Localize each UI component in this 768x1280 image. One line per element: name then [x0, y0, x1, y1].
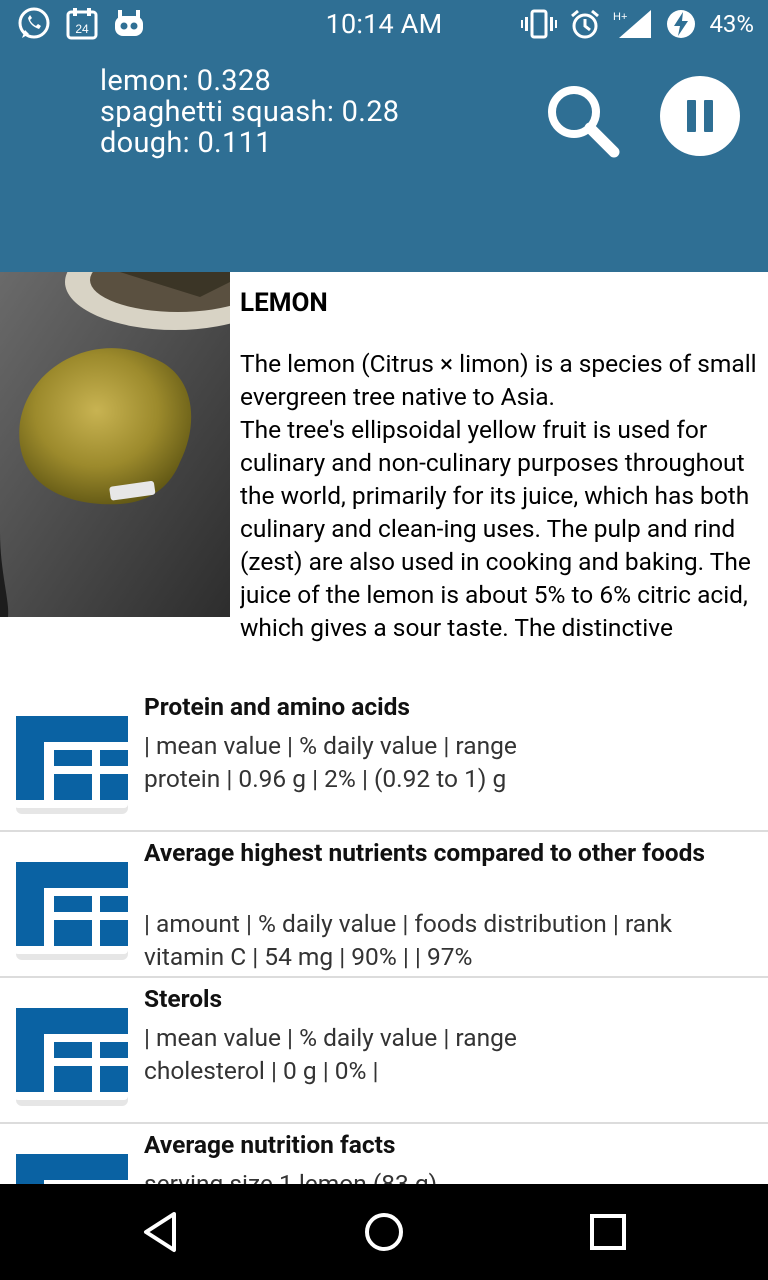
pause-button[interactable]	[660, 76, 740, 156]
section-header-line: | amount | % daily value | foods distrib…	[144, 909, 673, 938]
table-icon	[14, 850, 128, 960]
food-title: LEMON	[240, 288, 328, 318]
battery-percent: 43%	[709, 10, 754, 38]
vibrate-icon	[521, 9, 558, 39]
battery-charging-icon	[667, 10, 696, 38]
prediction-item: lemon: 0.328	[100, 64, 272, 98]
prediction-item: dough: 0.111	[100, 126, 272, 160]
section-row-protein[interactable]: Protein and amino acids | mean value | %…	[0, 688, 768, 832]
food-description-text: The lemon (Citrus × limon) is a species …	[240, 349, 757, 642]
section-data-line: vitamin C | 54 mg | 90% | | 97%	[144, 942, 473, 971]
section-data-line: protein | 0.96 g | 2% | (0.92 to 1) g	[144, 764, 507, 793]
food-description: The lemon (Citrus × limon) is a species …	[240, 347, 764, 677]
signal-icon: H+	[613, 10, 652, 38]
pause-icon	[687, 100, 696, 132]
section-title: Average highest nutrients compared to ot…	[144, 838, 705, 867]
section-title: Sterols	[144, 984, 223, 1013]
table-icon	[14, 704, 128, 814]
navigation-bar	[0, 1184, 768, 1280]
table-icon	[14, 996, 128, 1106]
prediction-item: spaghetti squash: 0.28	[100, 95, 400, 129]
food-photo	[0, 272, 230, 617]
prediction-list: lemon: 0.328 spaghetti squash: 0.28 doug…	[100, 66, 399, 159]
status-bar: 24 10:14 AM H+ 43%	[0, 0, 768, 50]
section-title: Protein and amino acids	[144, 692, 410, 721]
section-header-line: serving size 1 lemon (83 g)	[144, 1169, 438, 1184]
section-row-nutrition-facts[interactable]: Average nutrition facts serving size 1 l…	[0, 1124, 768, 1184]
recents-icon[interactable]	[582, 1206, 634, 1258]
back-icon[interactable]	[134, 1206, 186, 1258]
network-type: H+	[613, 11, 627, 23]
home-icon[interactable]	[358, 1206, 410, 1258]
table-icon	[14, 1142, 128, 1184]
section-header-line: | mean value | % daily value | range	[144, 731, 517, 760]
section-row-highest-nutrients[interactable]: Average highest nutrients compared to ot…	[0, 832, 768, 978]
search-button[interactable]	[542, 80, 628, 160]
section-header-line: | mean value | % daily value | range	[144, 1023, 517, 1052]
section-title: Average nutrition facts	[144, 1130, 396, 1159]
alarm-icon	[571, 9, 600, 39]
search-icon	[548, 86, 620, 158]
section-data-line: cholesterol | 0 g | 0% |	[144, 1056, 379, 1085]
app-header: 24 10:14 AM H+ 43% lemon: 0.328 spaghett…	[0, 0, 768, 272]
section-row-sterols[interactable]: Sterols | mean value | % daily value | r…	[0, 978, 768, 1124]
